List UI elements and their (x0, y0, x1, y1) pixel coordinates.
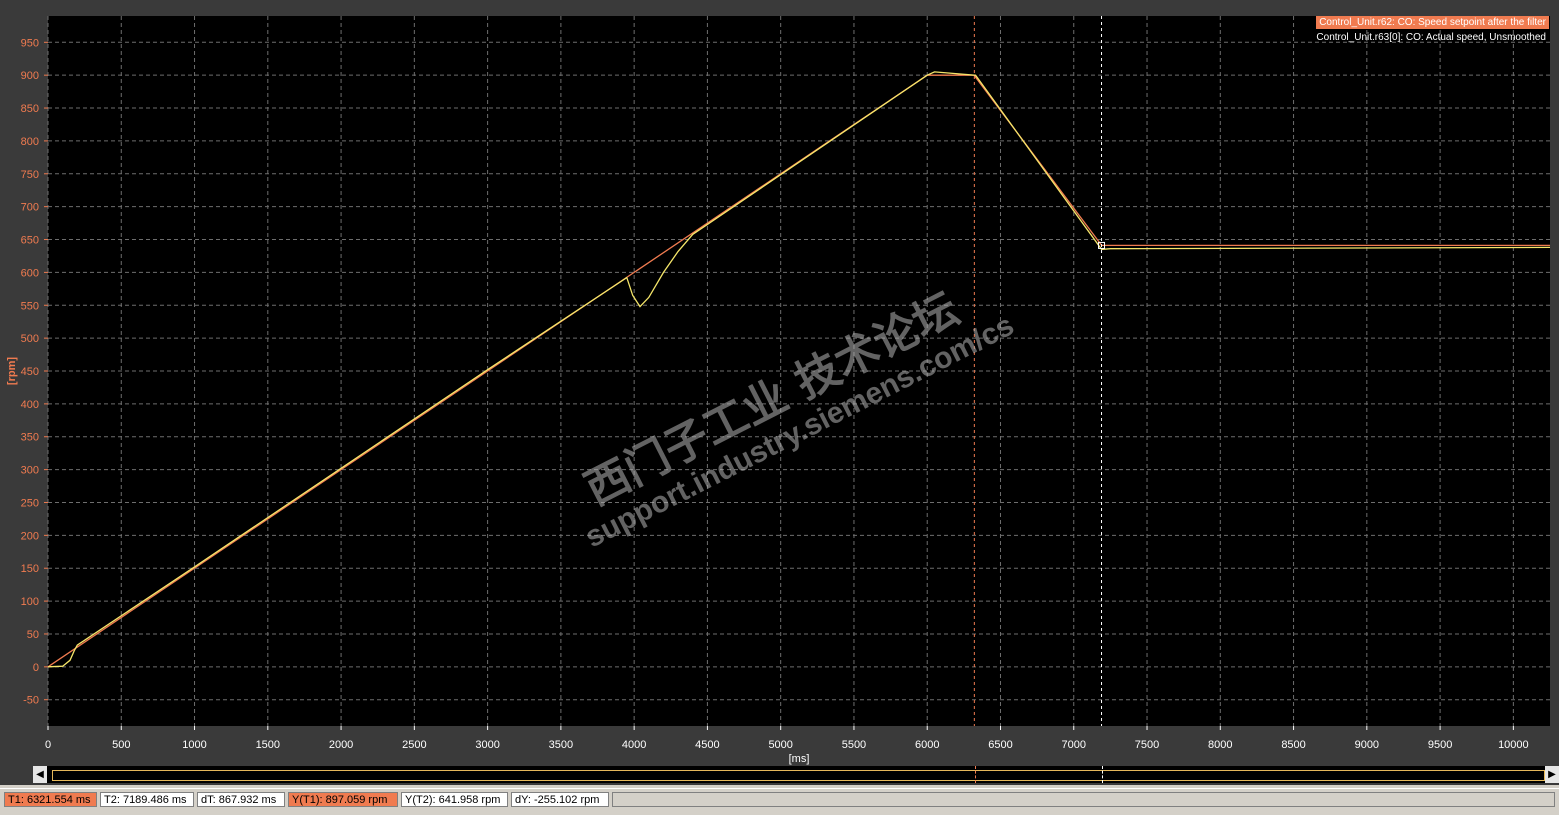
x-tick-label: 8500 (1281, 739, 1305, 751)
y-tick-label: 150 (21, 563, 39, 575)
x-tick-label: 4000 (622, 739, 646, 751)
y-tick-label: 400 (21, 399, 39, 411)
x-tick-label: 2000 (329, 739, 353, 751)
y-tick-label: 700 (21, 202, 39, 214)
y-tick-label: 650 (21, 235, 39, 247)
x-tick-label: 5000 (768, 739, 792, 751)
x-tick-label: 3000 (475, 739, 499, 751)
y-tick-label: 900 (21, 70, 39, 82)
cursor-status-bar: T1: 6321.554 ms T2: 7189.486 ms dT: 867.… (0, 788, 1559, 811)
y-tick-label: 250 (21, 497, 39, 509)
y-tick-label: 350 (21, 432, 39, 444)
status-dt: dT: 867.932 ms (197, 792, 285, 807)
x-tick-label: 9000 (1355, 739, 1379, 751)
scroll-right-arrow-icon[interactable]: ▶ (1545, 766, 1559, 783)
y-tick-label: 600 (21, 267, 39, 279)
x-tick-label: 2500 (402, 739, 426, 751)
y-tick-label: 800 (21, 136, 39, 148)
status-dy: dY: -255.102 rpm (511, 792, 609, 807)
y-tick-label: 750 (21, 169, 39, 181)
legend-series-actual[interactable]: Control_Unit.r63[0]: CO: Actual speed, U… (1313, 31, 1549, 44)
y-axis-label: [rpm] (6, 357, 18, 385)
status-yt1: Y(T1): 897.059 rpm (288, 792, 398, 807)
y-tick-label: 100 (21, 596, 39, 608)
y-tick-label: 50 (27, 629, 39, 641)
x-tick-label: 0 (45, 739, 51, 751)
x-axis-label: [ms] (789, 753, 810, 765)
y-tick-label: -50 (23, 695, 39, 707)
y-tick-label: 450 (21, 366, 39, 378)
trace-chart[interactable]: -50 0 50 100 150 200 250 300 350 400 450 500 550 600 6… (0, 0, 1559, 785)
x-tick-label: 7500 (1135, 739, 1159, 751)
status-empty (612, 792, 1555, 807)
x-tick-label: 500 (112, 739, 130, 751)
status-t1: T1: 6321.554 ms (4, 792, 97, 807)
y-tick-label: 200 (21, 530, 39, 542)
y-tick-label: 850 (21, 103, 39, 115)
x-tick-label: 5500 (842, 739, 866, 751)
y-tick-label: 0 (33, 662, 39, 674)
y-tick-label: 550 (21, 300, 39, 312)
trace-plot-area: -50 0 50 100 150 200 250 300 350 400 450 500 550 600 6… (0, 0, 1559, 785)
x-tick-label: 9500 (1428, 739, 1452, 751)
y-tick-label: 500 (21, 333, 39, 345)
y-tick-label: 950 (21, 37, 39, 49)
x-tick-label: 6000 (915, 739, 939, 751)
x-tick-label: 4500 (695, 739, 719, 751)
x-tick-label: 10000 (1498, 739, 1529, 751)
x-tick-label: 1000 (182, 739, 206, 751)
scroll-thumb[interactable] (52, 770, 1545, 781)
status-t2: T2: 7189.486 ms (100, 792, 194, 807)
y-tick-label: 300 (21, 465, 39, 477)
x-tick-label: 3500 (549, 739, 573, 751)
x-tick-label: 7000 (1062, 739, 1086, 751)
scroll-marker-t1 (975, 766, 976, 783)
x-tick-label: 8000 (1208, 739, 1232, 751)
x-tick-label: 1500 (256, 739, 280, 751)
scroll-left-arrow-icon[interactable]: ◀ (33, 766, 47, 783)
legend-series-setpoint[interactable]: Control_Unit.r62: CO: Speed setpoint aft… (1316, 16, 1549, 29)
scroll-marker-t2 (1102, 766, 1103, 783)
x-tick-label: 6500 (988, 739, 1012, 751)
status-yt2: Y(T2): 641.958 rpm (401, 792, 508, 807)
time-scrollbar[interactable]: ◀ ▶ (33, 766, 1559, 783)
